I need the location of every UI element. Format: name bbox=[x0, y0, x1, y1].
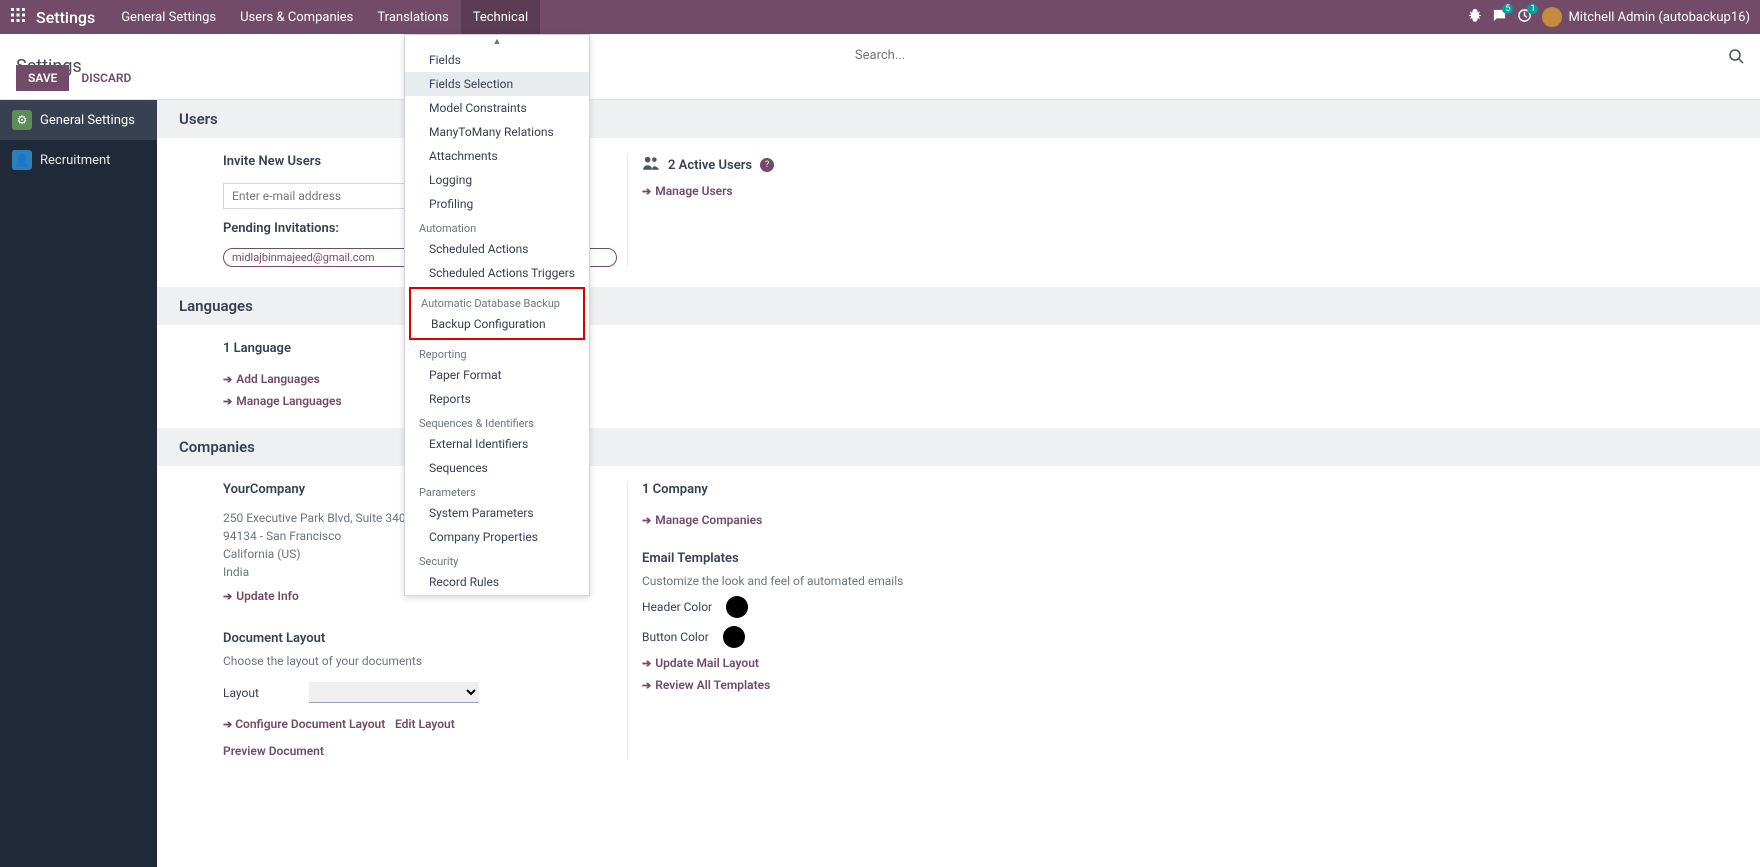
dd-header-security: Security bbox=[405, 549, 589, 570]
update-mail-layout-link[interactable]: ➔Update Mail Layout bbox=[642, 656, 903, 670]
edit-layout-link[interactable]: Edit Layout bbox=[395, 717, 455, 731]
dd-paper-format[interactable]: Paper Format bbox=[405, 363, 589, 387]
messaging-badge: 5 bbox=[1502, 4, 1513, 14]
menu-technical[interactable]: Technical bbox=[461, 0, 540, 34]
dd-m2m-relations[interactable]: ManyToMany Relations bbox=[405, 120, 589, 144]
activity-badge: 1 bbox=[1527, 4, 1538, 14]
debug-icon[interactable] bbox=[1468, 8, 1482, 26]
dd-company-props[interactable]: Company Properties bbox=[405, 525, 589, 549]
doc-layout-help: Choose the layout of your documents bbox=[223, 654, 617, 668]
menu-general-settings[interactable]: General Settings bbox=[109, 0, 228, 34]
discard-button[interactable]: DISCARD bbox=[81, 65, 131, 91]
header-color-swatch[interactable] bbox=[726, 596, 748, 618]
messaging-icon[interactable]: 5 bbox=[1492, 8, 1507, 27]
button-color-label: Button Color bbox=[642, 630, 709, 644]
dropdown-scroll-up[interactable]: ▲ bbox=[405, 35, 589, 48]
settings-main: Users Invite New Users Pending Invitatio… bbox=[157, 100, 1760, 867]
arrow-icon: ➔ bbox=[642, 514, 651, 527]
arrow-icon: ➔ bbox=[223, 718, 232, 731]
menu-users-companies[interactable]: Users & Companies bbox=[228, 0, 365, 34]
dd-access-rights[interactable]: Access Rights bbox=[405, 594, 589, 596]
gear-icon: ⚙ bbox=[12, 110, 32, 130]
technical-dropdown: ▲ Fields Fields Selection Model Constrai… bbox=[404, 34, 590, 596]
dd-header-automation: Automation bbox=[405, 216, 589, 237]
app-brand[interactable]: Settings bbox=[36, 8, 109, 27]
dd-backup-config[interactable]: Backup Configuration bbox=[411, 312, 583, 336]
section-languages-header: Languages bbox=[157, 287, 1760, 325]
doc-layout-label: Document Layout bbox=[223, 631, 617, 646]
dd-header-backup: Automatic Database Backup bbox=[411, 291, 583, 312]
manage-users-link[interactable]: ➔Manage Users bbox=[642, 184, 774, 198]
dd-fields[interactable]: Fields bbox=[405, 48, 589, 72]
dd-reports[interactable]: Reports bbox=[405, 387, 589, 411]
review-all-templates-link[interactable]: ➔Review All Templates bbox=[642, 678, 903, 692]
dd-model-constraints[interactable]: Model Constraints bbox=[405, 96, 589, 120]
help-icon[interactable]: ? bbox=[760, 158, 774, 172]
dd-fields-selection[interactable]: Fields Selection bbox=[405, 72, 589, 96]
user-menu[interactable]: Mitchell Admin (autobackup16) bbox=[1542, 7, 1750, 27]
top-nav: Settings General Settings Users & Compan… bbox=[0, 0, 1760, 34]
sidebar-item-label: General Settings bbox=[40, 113, 135, 128]
sidebar-item-label: Recruitment bbox=[40, 153, 110, 168]
arrow-icon: ➔ bbox=[223, 590, 232, 603]
activity-icon[interactable]: 1 bbox=[1517, 8, 1532, 27]
user-name: Mitchell Admin (autobackup16) bbox=[1568, 10, 1750, 25]
layout-select[interactable] bbox=[309, 682, 479, 703]
avatar bbox=[1542, 7, 1562, 27]
section-companies-header: Companies bbox=[157, 428, 1760, 466]
menu-translations[interactable]: Translations bbox=[365, 0, 460, 34]
settings-sidebar: ⚙ General Settings 👤 Recruitment bbox=[0, 100, 157, 867]
arrow-icon: ➔ bbox=[642, 185, 651, 198]
arrow-icon: ➔ bbox=[642, 679, 651, 692]
button-color-swatch[interactable] bbox=[723, 626, 745, 648]
company-count-label: 1 Company bbox=[642, 482, 903, 497]
dd-record-rules[interactable]: Record Rules bbox=[405, 570, 589, 594]
briefcase-icon: 👤 bbox=[12, 150, 32, 170]
header-color-label: Header Color bbox=[642, 600, 712, 614]
dd-header-parameters: Parameters bbox=[405, 480, 589, 501]
control-panel: Settings SAVE DISCARD bbox=[0, 34, 1760, 100]
dd-scheduled-triggers[interactable]: Scheduled Actions Triggers bbox=[405, 261, 589, 285]
dd-header-reporting: Reporting bbox=[405, 342, 589, 363]
sidebar-item-recruitment[interactable]: 👤 Recruitment bbox=[0, 140, 157, 180]
users-icon bbox=[642, 154, 660, 176]
dd-profiling[interactable]: Profiling bbox=[405, 192, 589, 216]
arrow-icon: ➔ bbox=[223, 373, 232, 386]
dd-scheduled-actions[interactable]: Scheduled Actions bbox=[405, 237, 589, 261]
apps-menu-icon[interactable] bbox=[0, 7, 36, 27]
arrow-icon: ➔ bbox=[642, 657, 651, 670]
arrow-icon: ➔ bbox=[223, 395, 232, 408]
dd-backup-highlight: Automatic Database Backup Backup Configu… bbox=[409, 287, 585, 340]
manage-companies-link[interactable]: ➔Manage Companies bbox=[642, 513, 903, 527]
email-templates-help: Customize the look and feel of automated… bbox=[642, 574, 903, 588]
sidebar-item-general[interactable]: ⚙ General Settings bbox=[0, 100, 157, 140]
layout-label: Layout bbox=[223, 686, 259, 700]
search-icon[interactable] bbox=[1728, 48, 1744, 68]
save-button[interactable]: SAVE bbox=[16, 65, 69, 91]
active-users-label: 2 Active Users bbox=[668, 158, 752, 173]
email-templates-label: Email Templates bbox=[642, 551, 903, 566]
dd-header-sequences: Sequences & Identifiers bbox=[405, 411, 589, 432]
dd-logging[interactable]: Logging bbox=[405, 168, 589, 192]
dd-sequences[interactable]: Sequences bbox=[405, 456, 589, 480]
search-input[interactable] bbox=[780, 48, 980, 63]
dd-external-identifiers[interactable]: External Identifiers bbox=[405, 432, 589, 456]
preview-document-link[interactable]: Preview Document bbox=[223, 744, 324, 758]
dd-system-params[interactable]: System Parameters bbox=[405, 501, 589, 525]
configure-doc-layout-link[interactable]: ➔ Configure Document Layout bbox=[223, 717, 385, 731]
dd-attachments[interactable]: Attachments bbox=[405, 144, 589, 168]
section-users-header: Users bbox=[157, 100, 1760, 138]
